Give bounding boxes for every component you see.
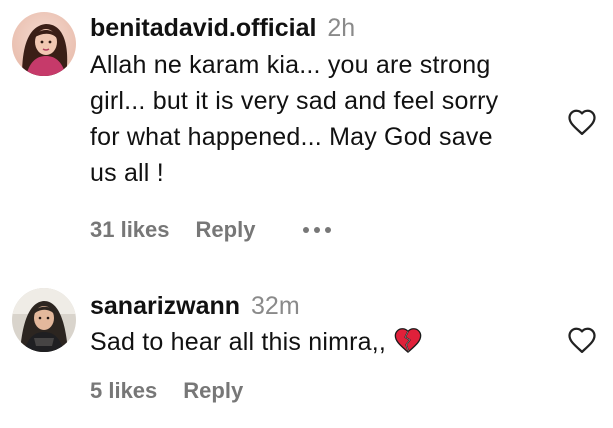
username-link[interactable]: benitadavid.official bbox=[90, 14, 316, 42]
avatar-image bbox=[12, 288, 76, 352]
like-button[interactable] bbox=[565, 106, 599, 138]
comment-time: 2h bbox=[327, 14, 356, 42]
more-dot bbox=[314, 227, 321, 233]
comments-list: benitadavid.official 2h Allah ne karam k… bbox=[0, 0, 613, 428]
avatar[interactable] bbox=[12, 288, 76, 352]
heart-outline-icon bbox=[568, 109, 596, 135]
comment-actions: 31 likes Reply bbox=[90, 217, 553, 243]
comment-text-line: girl... but it is very sad and feel sorr… bbox=[90, 87, 499, 115]
comment-header: sanarizwann 32m bbox=[90, 288, 553, 324]
comment-text-line: for what happened... May God save bbox=[90, 123, 493, 151]
username-link[interactable]: sanarizwann bbox=[90, 292, 240, 320]
comment-header: benitadavid.official 2h bbox=[90, 10, 553, 46]
comment-text: Allah ne karam kia... you are strong gir… bbox=[90, 47, 553, 191]
heart-outline-icon bbox=[568, 327, 596, 353]
comment-text-line: Allah ne karam kia... you are strong bbox=[90, 51, 491, 79]
comment-body: benitadavid.official 2h Allah ne karam k… bbox=[90, 10, 553, 243]
comment-body: sanarizwann 32m Sad to hear all this nim… bbox=[90, 288, 553, 404]
more-dot bbox=[325, 227, 332, 233]
like-button[interactable] bbox=[565, 324, 599, 356]
avatar-image bbox=[12, 12, 76, 76]
likes-count[interactable]: 31 likes bbox=[90, 217, 170, 243]
reply-button[interactable]: Reply bbox=[196, 217, 256, 243]
comment-text-line: Sad to hear all this nimra,, bbox=[90, 328, 387, 356]
more-dot bbox=[303, 227, 310, 233]
comment-text: Sad to hear all this nimra,, bbox=[90, 324, 553, 360]
avatar[interactable] bbox=[12, 12, 76, 76]
comment-actions: 5 likes Reply bbox=[90, 378, 553, 404]
comment-text-line: us all ! bbox=[90, 159, 164, 187]
likes-count[interactable]: 5 likes bbox=[90, 378, 157, 404]
more-options-button[interactable] bbox=[303, 220, 332, 240]
broken-heart-icon bbox=[394, 328, 422, 353]
comment-time: 32m bbox=[251, 292, 300, 320]
reply-button[interactable]: Reply bbox=[183, 378, 243, 404]
